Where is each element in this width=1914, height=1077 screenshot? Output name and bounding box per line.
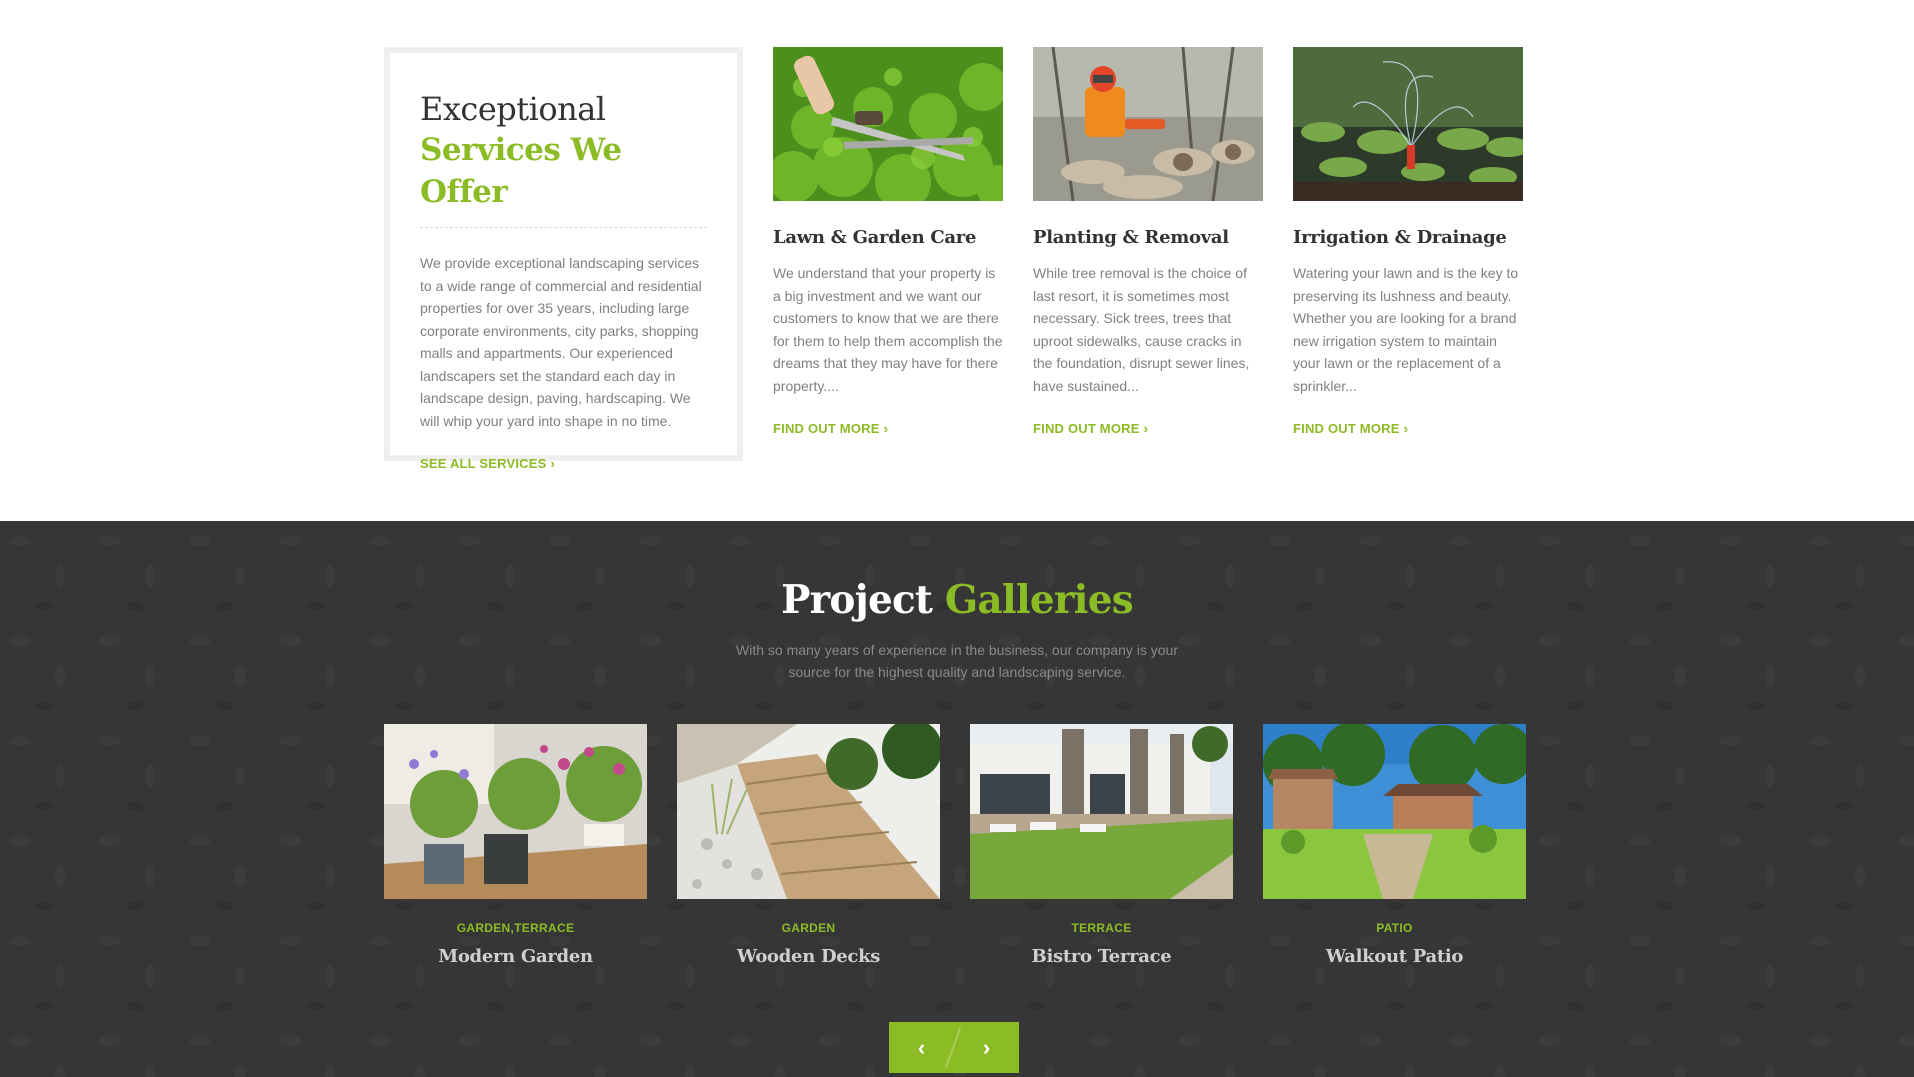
galleries-subtitle-line2: source for the highest quality and lands… [788, 664, 1126, 680]
services-section: Exceptional Services We Offer We provide… [0, 0, 1914, 521]
galleries-heading: Project Galleries [0, 577, 1914, 623]
service-title: Irrigation & Drainage [1293, 227, 1507, 248]
galleries-heading-accent: Galleries [944, 577, 1134, 623]
service-text: Watering your lawn and is the key to pre… [1293, 265, 1519, 394]
project-name[interactable]: Walkout Patio [1263, 946, 1526, 967]
lawn-garden-image[interactable] [773, 47, 1003, 201]
service-text: We understand that your property is a bi… [773, 265, 1003, 394]
project-galleries-section: Project Galleries With so many years of … [0, 521, 1914, 1077]
find-out-more-label: FIND OUT MORE [1293, 421, 1400, 436]
galleries-subtitle: With so many years of experience in the … [0, 639, 1914, 683]
service-title: Planting & Removal [1033, 227, 1229, 248]
service-card-irrigation: Irrigation & Drainage Watering your lawn… [1293, 47, 1523, 438]
galleries-heading-plain: Project [781, 577, 933, 623]
gallery-next-button[interactable]: › [954, 1022, 1019, 1073]
project-category[interactable]: TERRACE [970, 921, 1233, 935]
walkout-patio-image[interactable] [1263, 724, 1526, 899]
wooden-decks-image[interactable] [677, 724, 940, 899]
chevron-right-icon: › [1143, 421, 1149, 436]
see-all-services-label: SEE ALL SERVICES [420, 456, 547, 471]
service-card-planting: Planting & Removal While tree removal is… [1033, 47, 1263, 438]
project-card-walkout-patio[interactable]: PATIO Walkout Patio [1263, 724, 1526, 967]
chevron-right-icon: › [883, 421, 889, 436]
project-category[interactable]: GARDEN [677, 921, 940, 935]
services-intro-text: We provide exceptional landscaping servi… [420, 255, 702, 429]
gallery-carousel-nav: ‹ › [889, 1022, 1019, 1073]
chevron-right-icon: › [550, 456, 556, 471]
planting-removal-image[interactable] [1033, 47, 1263, 201]
project-card-modern-garden[interactable]: GARDEN,TERRACE Modern Garden [384, 724, 647, 967]
see-all-services-link[interactable]: SEE ALL SERVICES › [420, 456, 555, 471]
services-intro-card: Exceptional Services We Offer We provide… [384, 47, 743, 471]
find-out-more-link[interactable]: FIND OUT MORE › [1033, 421, 1148, 436]
project-name[interactable]: Bistro Terrace [970, 946, 1233, 967]
project-category[interactable]: GARDEN,TERRACE [384, 921, 647, 935]
services-heading-line1: Exceptional [420, 90, 606, 128]
heading-divider [420, 227, 707, 228]
project-card-wooden-decks[interactable]: GARDEN Wooden Decks [677, 724, 940, 967]
chevron-right-icon: › [1403, 421, 1409, 436]
find-out-more-label: FIND OUT MORE [1033, 421, 1140, 436]
galleries-subtitle-line1: With so many years of experience in the … [736, 642, 1178, 658]
bistro-terrace-image[interactable] [970, 724, 1233, 899]
irrigation-drainage-image[interactable] [1293, 47, 1523, 201]
find-out-more-link[interactable]: FIND OUT MORE › [1293, 421, 1408, 436]
modern-garden-image[interactable] [384, 724, 647, 899]
chevron-left-icon: ‹ [917, 1034, 926, 1060]
project-name[interactable]: Modern Garden [384, 946, 647, 967]
service-card-lawn: Lawn & Garden Care We understand that yo… [773, 47, 1003, 438]
service-text: While tree removal is the choice of last… [1033, 265, 1250, 394]
find-out-more-label: FIND OUT MORE [773, 421, 880, 436]
project-category[interactable]: PATIO [1263, 921, 1526, 935]
project-name[interactable]: Wooden Decks [677, 946, 940, 967]
services-heading-line2: Services We Offer [420, 132, 622, 210]
find-out-more-link[interactable]: FIND OUT MORE › [773, 421, 888, 436]
service-title: Lawn & Garden Care [773, 227, 977, 248]
project-card-bistro-terrace[interactable]: TERRACE Bistro Terrace [970, 724, 1233, 967]
gallery-prev-button[interactable]: ‹ [889, 1022, 954, 1073]
chevron-right-icon: › [982, 1034, 991, 1060]
